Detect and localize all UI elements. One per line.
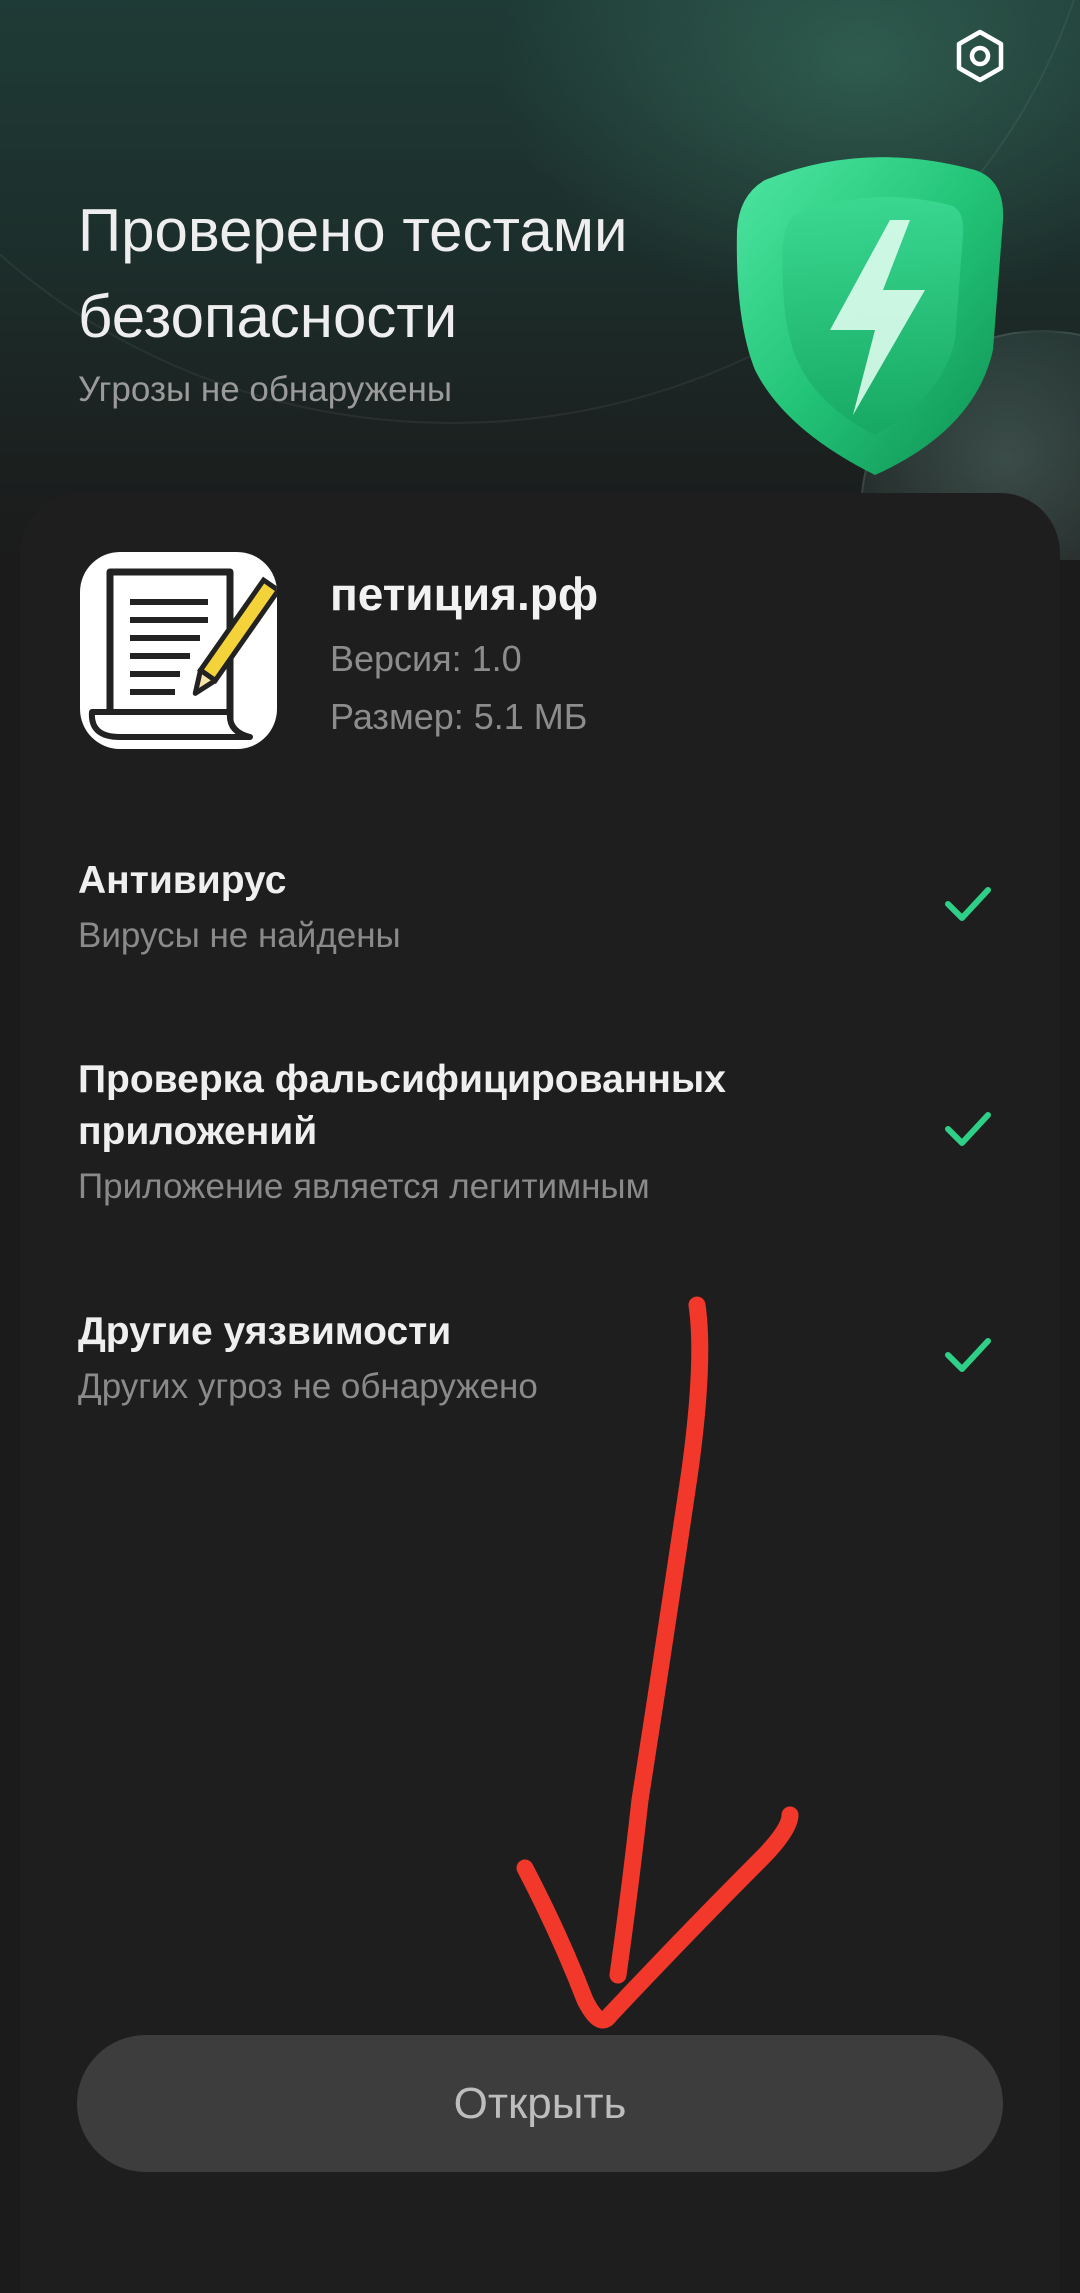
check-subtitle: Других угроз не обнаружено [78, 1367, 538, 1406]
page-title: Проверено тестами безопасности [78, 197, 628, 350]
check-icon [945, 1338, 991, 1372]
app-name: петиция.рф [330, 568, 599, 620]
shield-lightning-icon [736, 157, 1004, 475]
check-icon [945, 887, 991, 921]
check-title: Другие уязвимости [78, 1310, 452, 1353]
check-item-antivirus: Антивирус Вирусы не найдены [78, 855, 978, 961]
check-title: Проверка фальсифицированных приложений [78, 1058, 726, 1153]
check-icon [945, 1112, 991, 1146]
check-subtitle: Вирусы не найдены [78, 916, 401, 955]
settings-button[interactable] [948, 24, 1012, 88]
app-version: Версия: 1.0 [330, 638, 522, 679]
check-item-vulnerabilities: Другие уязвимости Других угроз не обнару… [78, 1306, 978, 1412]
document-pencil-icon [80, 552, 277, 749]
settings-hexagon-icon [956, 29, 1004, 83]
check-title: Антивирус [78, 859, 287, 902]
app-size: Размер: 5.1 МБ [330, 696, 588, 737]
check-item-tamper: Проверка фальсифицированных приложений П… [78, 1054, 838, 1212]
page-subtitle: Угрозы не обнаружены [78, 370, 453, 409]
check-subtitle: Приложение является легитимным [78, 1167, 650, 1206]
open-button[interactable]: Открыть [77, 2035, 1003, 2172]
